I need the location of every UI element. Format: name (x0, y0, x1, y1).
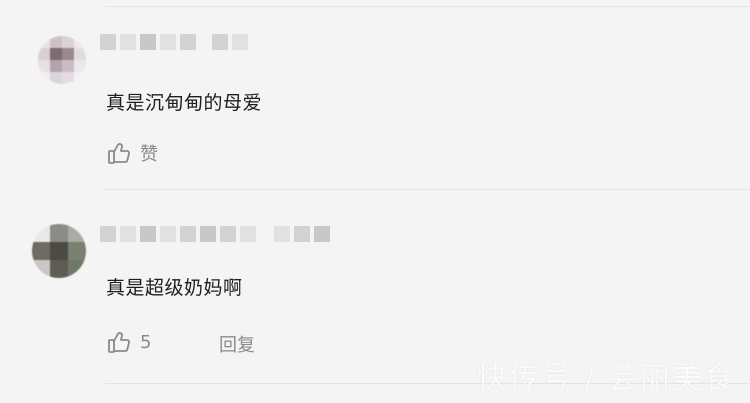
username[interactable] (100, 34, 248, 50)
username[interactable] (100, 226, 330, 242)
watermark: 快传号 / 芸丽美食 (476, 361, 736, 396)
divider-top (105, 6, 750, 7)
like-button[interactable]: 赞 (106, 140, 158, 166)
divider (105, 189, 750, 190)
like-label: 赞 (140, 144, 158, 165)
avatar[interactable] (32, 224, 86, 278)
comment-text: 真是超级奶妈啊 (106, 277, 243, 299)
thumbs-up-icon (108, 143, 130, 164)
like-count: 5 (140, 331, 152, 353)
avatar[interactable] (38, 36, 86, 84)
comment-text: 真是沉甸甸的母爱 (106, 92, 263, 114)
thumbs-up-icon (108, 332, 130, 353)
reply-button[interactable]: 回复 (219, 331, 255, 357)
like-button[interactable]: 5 (106, 329, 151, 355)
